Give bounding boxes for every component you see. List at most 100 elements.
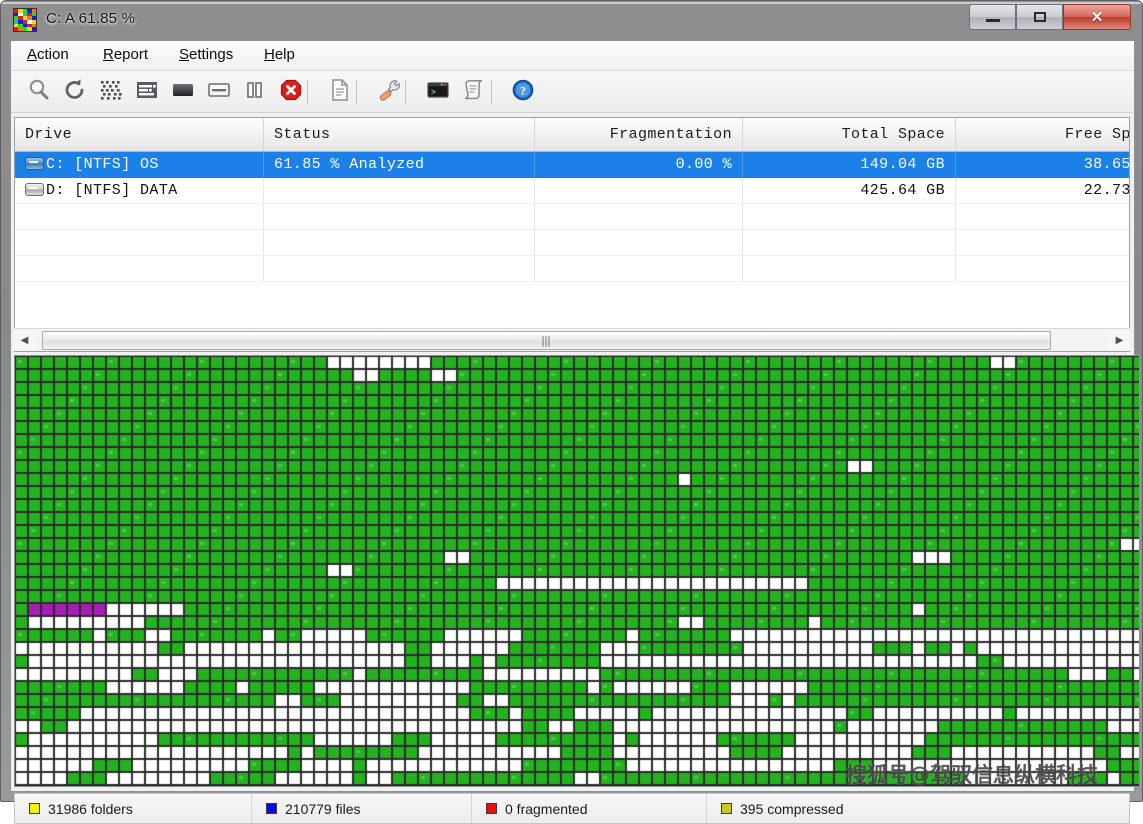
cell-frag xyxy=(535,204,743,230)
title-bar[interactable]: C: A 61.85 % ✕ xyxy=(1,1,1143,40)
cell-frag xyxy=(535,256,743,282)
disk-map-canvas-holder xyxy=(15,356,1139,786)
cell-total xyxy=(743,204,956,230)
cell-status xyxy=(264,204,535,230)
cell-status xyxy=(264,230,535,256)
svg-text:>: > xyxy=(431,88,436,97)
cell-status xyxy=(264,256,535,282)
maximize-icon xyxy=(1017,5,1062,29)
svg-text:?: ? xyxy=(520,83,526,97)
toolbar-button-compact[interactable] xyxy=(203,76,235,108)
toolbar-separator xyxy=(405,80,406,104)
toolbar-button-refresh[interactable] xyxy=(59,76,91,108)
drive-table: DriveStatusFragmentationTotal SpaceFree … xyxy=(15,118,1130,282)
toolbar-button-defrag[interactable] xyxy=(95,76,127,108)
status-segment-3: 395 compressed xyxy=(707,794,1131,823)
window-title: C: A 61.85 % xyxy=(46,10,135,27)
toolbar-button-settings[interactable] xyxy=(373,76,405,108)
column-header-frag[interactable]: Fragmentation xyxy=(535,118,743,152)
toolbar-button-console[interactable]: > xyxy=(422,76,454,108)
toolbar-separator xyxy=(491,80,492,104)
settings-icon xyxy=(376,77,402,108)
legend-swatch-icon xyxy=(721,803,732,814)
column-header-free[interactable]: Free Space xyxy=(956,118,1131,152)
cell-free: 38.65 GB xyxy=(956,152,1131,178)
table-row[interactable] xyxy=(15,256,1130,282)
cell-total xyxy=(743,256,956,282)
drive-label: D: [NTFS] DATA xyxy=(46,182,178,199)
cell-drive: D: [NTFS] DATA xyxy=(15,178,264,204)
column-header-total[interactable]: Total Space xyxy=(743,118,956,152)
cell-total: 425.64 GB xyxy=(743,178,956,204)
compact-icon xyxy=(206,77,232,108)
refresh-icon xyxy=(62,77,88,108)
toolbar-button-analyze[interactable] xyxy=(23,76,55,108)
cell-drive: C: [NTFS] OS xyxy=(15,152,264,178)
table-row[interactable]: D: [NTFS] DATA 425.64 GB22.73 GB xyxy=(15,178,1130,204)
disk-map[interactable] xyxy=(15,356,1139,786)
table-body: C: [NTFS] OS61.85 % Analyzed0.00 %149.04… xyxy=(15,152,1130,282)
scrollbar-grip-icon xyxy=(542,336,551,347)
table-row[interactable]: C: [NTFS] OS61.85 % Analyzed0.00 %149.04… xyxy=(15,152,1130,178)
scroll-right-arrow-icon[interactable]: ▶ xyxy=(1109,330,1130,351)
menu-item-settings[interactable]: Settings xyxy=(179,46,233,63)
toolbar-button-boot-time[interactable] xyxy=(458,76,490,108)
status-segment-2: 0 fragmented xyxy=(472,794,707,823)
application-window: C: A 61.85 % ✕ ActionReportSettingsHelp … xyxy=(0,0,1143,802)
status-segment-1: 210779 files xyxy=(252,794,472,823)
cell-drive xyxy=(15,230,264,256)
drive-label: C: [NTFS] OS xyxy=(46,156,159,173)
console-icon: > xyxy=(425,77,451,108)
pause-icon xyxy=(242,77,268,108)
report-icon xyxy=(327,77,353,108)
scrollbar-thumb[interactable] xyxy=(42,331,1051,350)
menu-item-report[interactable]: Report xyxy=(103,46,148,63)
minimize-button[interactable] xyxy=(969,4,1016,30)
analyze-icon xyxy=(26,77,52,108)
status-segment-label: 0 fragmented xyxy=(505,801,588,817)
cell-free: 22.73 GB xyxy=(956,178,1131,204)
toolbar-button-optimize[interactable] xyxy=(167,76,199,108)
toolbar-separator xyxy=(307,80,308,104)
cell-status xyxy=(264,178,535,204)
horizontal-scrollbar[interactable]: ◀ ▶ xyxy=(14,328,1130,351)
close-icon: ✕ xyxy=(1064,5,1130,29)
close-button[interactable]: ✕ xyxy=(1063,4,1131,30)
toolbar: >? xyxy=(11,71,1134,113)
toolbar-button-report[interactable] xyxy=(324,76,356,108)
table-row[interactable] xyxy=(15,204,1130,230)
disk-cluster-map[interactable] xyxy=(14,355,1140,787)
drive-list[interactable]: DriveStatusFragmentationTotal SpaceFree … xyxy=(14,117,1130,352)
help-icon: ? xyxy=(510,77,536,108)
boot-time-icon xyxy=(461,77,487,108)
client-area: ActionReportSettingsHelp >? DriveStatusF… xyxy=(10,40,1135,792)
scroll-left-arrow-icon[interactable]: ◀ xyxy=(14,330,35,351)
optimize-icon xyxy=(170,77,196,108)
cell-status: 61.85 % Analyzed xyxy=(264,152,535,178)
status-segment-label: 395 compressed xyxy=(740,801,844,817)
column-header-status[interactable]: Status xyxy=(264,118,535,152)
cell-free xyxy=(956,204,1131,230)
status-segment-label: 31986 folders xyxy=(48,801,133,817)
toolbar-button-pause[interactable] xyxy=(239,76,271,108)
drive-icon-blue xyxy=(25,157,44,170)
disk-blocks-icon xyxy=(13,8,37,32)
cell-free xyxy=(956,230,1131,256)
cell-drive xyxy=(15,204,264,230)
cell-drive xyxy=(15,256,264,282)
cell-frag xyxy=(535,178,743,204)
status-bar: 31986 folders 210779 files 0 fragmented 395… xyxy=(14,793,1130,824)
legend-swatch-icon xyxy=(29,803,40,814)
menu-item-help[interactable]: Help xyxy=(264,46,295,63)
cell-free xyxy=(956,256,1131,282)
toolbar-button-help[interactable]: ? xyxy=(507,76,539,108)
toolbar-button-stop[interactable] xyxy=(275,76,307,108)
toolbar-button-quick-defrag[interactable] xyxy=(131,76,163,108)
table-row[interactable] xyxy=(15,230,1130,256)
column-header-drive[interactable]: Drive xyxy=(15,118,264,152)
cell-total xyxy=(743,230,956,256)
menu-item-action[interactable]: Action xyxy=(27,46,69,63)
status-segment-label: 210779 files xyxy=(285,801,361,817)
maximize-button[interactable] xyxy=(1016,4,1063,30)
toolbar-separator xyxy=(356,80,357,104)
